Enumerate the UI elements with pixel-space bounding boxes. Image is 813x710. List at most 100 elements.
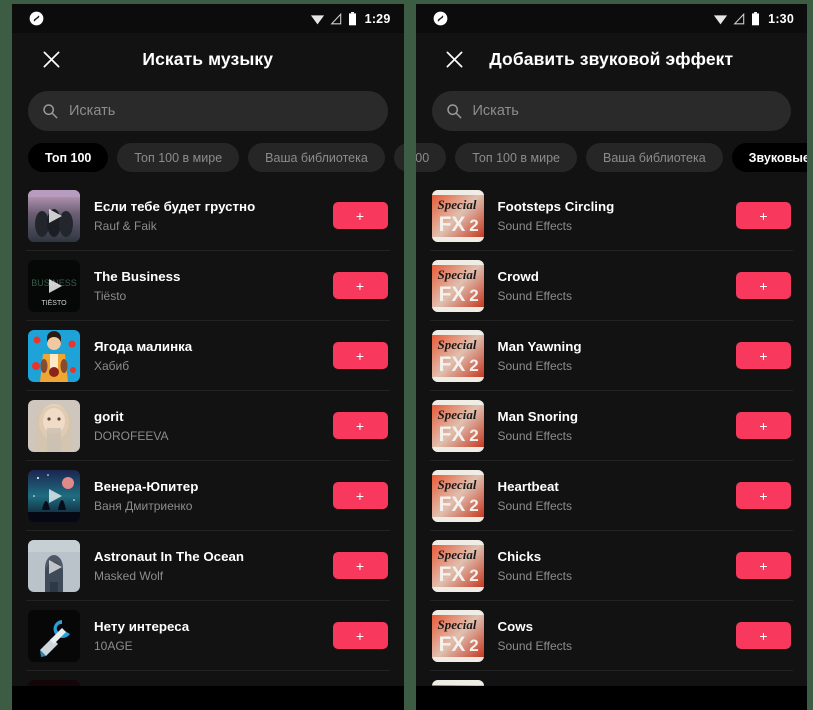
wifi-icon [310,13,325,25]
effect-meta: Cows Sound Effects [498,618,723,654]
add-button[interactable]: + [332,272,388,299]
track-list[interactable]: Если тебе будет грустно Rauf & Faik + BU… [12,181,404,710]
table-row[interactable]: Нету интереса 10AGE + [26,601,390,671]
table-row[interactable]: BUSINESS TIËSTO The Business Tiësto + [26,251,390,321]
track-title: gorit [94,408,124,424]
table-row[interactable]: Special FX 2 Heartbeat Sound Effects + [429,461,793,531]
close-button[interactable] [28,36,74,82]
album-art-rauf [28,189,80,242]
signal-icon [330,12,343,25]
add-button[interactable]: + [736,622,791,649]
chip-sound-effects[interactable]: Зву [393,143,404,172]
shazam-icon [29,11,44,26]
chip-top100-world[interactable]: Топ 100 в мире [455,143,577,172]
add-button[interactable]: + [736,342,791,369]
album-art-yagoda [28,329,80,382]
screenshot-stage: 1:29 Искать музыку Искать Топ 100 Топ 10… [0,0,813,710]
category-chips[interactable]: Топ 100 Топ 100 в мире Ваша библиотека З… [415,143,807,172]
status-bar-clock: 1:29 [364,11,391,26]
add-button[interactable]: + [736,202,791,229]
phone-screen-add-sound-effect: 1:30 Добавить звуковой эффект Искать 00 … [415,4,808,710]
track-title: Венера-Юпитер [94,478,199,494]
track-title: Ягода малинка [94,338,193,354]
track-title: The Business [94,268,181,284]
table-row[interactable]: Special FX 2 Chicks Sound Effects + [429,531,793,601]
chip-your-library[interactable]: Ваша библиотека [248,143,385,172]
svg-text:Special: Special [437,617,476,632]
search-input[interactable] [69,103,374,119]
svg-text:FX: FX [438,563,465,586]
svg-text:FX: FX [438,423,465,446]
search-box[interactable] [28,91,388,131]
table-row[interactable]: gorit DOROFEEVA + [26,391,390,461]
search-box[interactable] [431,91,791,131]
album-art-sfx: Special FX 2 [431,259,484,312]
svg-text:FX: FX [438,493,465,516]
app-bar: Добавить звуковой эффект [415,33,807,85]
close-icon [445,50,464,69]
chip-top100-world[interactable]: Топ 100 в мире [117,143,240,172]
album-art-sfx: Special FX 2 [431,609,484,662]
app-bar: Искать музыку [12,33,404,85]
status-bar-left [29,11,44,26]
search-area [416,85,808,131]
add-button[interactable]: + [736,272,791,299]
table-row[interactable]: Special FX 2 Man Snoring Sound Effects + [429,391,793,461]
track-artist: Rauf & Faik [94,219,157,234]
chip-your-library[interactable]: Ваша библиотека [586,143,723,172]
table-row[interactable]: Special FX 2 Footsteps Circling Sound Ef… [429,181,793,251]
track-artist: DOROFEEVA [94,429,169,444]
chip-sound-effects[interactable]: Звуковые эффекты [731,143,807,172]
add-button[interactable]: + [332,482,388,509]
effect-category: Sound Effects [497,569,573,584]
add-button[interactable]: + [332,202,388,229]
add-button[interactable]: + [736,482,791,509]
close-icon [42,50,61,69]
svg-text:2: 2 [469,286,478,305]
bottom-nav-strip [12,686,404,710]
album-art-sfx: Special FX 2 [431,539,484,592]
add-button[interactable]: + [332,342,388,369]
table-row[interactable]: Special FX 2 Cows Sound Effects + [429,601,793,671]
track-meta: Нету интереса 10AGE [94,618,319,654]
table-row[interactable]: Special FX 2 Man Yawning Sound Effects + [429,321,793,391]
search-input[interactable] [472,103,777,119]
add-button[interactable]: + [332,622,388,649]
sound-effect-list[interactable]: Special FX 2 Footsteps Circling Sound Ef… [416,181,808,710]
track-meta: Astronaut In The Ocean Masked Wolf [94,548,319,584]
phone-screen-search-music: 1:29 Искать музыку Искать Топ 100 Топ 10… [12,4,404,710]
table-row[interactable]: Ягода малинка Хабиб + [26,321,390,391]
svg-text:Special: Special [437,477,476,492]
add-button[interactable]: + [736,412,791,439]
svg-text:2: 2 [469,356,478,375]
effect-title: Man Yawning [497,338,582,354]
table-row[interactable]: Венера-Юпитер Ваня Дмитриенко + [26,461,390,531]
effect-meta: Crowd Sound Effects [498,268,723,304]
album-art-venera [28,469,80,522]
add-button[interactable]: + [332,412,388,439]
svg-text:2: 2 [469,566,478,585]
track-meta: gorit DOROFEEVA [94,408,319,444]
effect-category: Sound Effects [497,499,573,514]
svg-text:Special: Special [437,407,476,422]
chip-top100[interactable]: Топ 100 [28,143,109,172]
add-button[interactable]: + [736,552,791,579]
svg-text:FX: FX [438,633,465,656]
battery-icon [751,11,760,26]
svg-text:FX: FX [438,283,465,306]
shazam-icon [433,11,448,26]
svg-text:Special: Special [437,547,476,562]
add-button[interactable]: + [332,552,388,579]
chip-top100[interactable]: Топ 100 [415,143,447,172]
wifi-icon [713,13,728,25]
table-row[interactable]: Если тебе будет грустно Rauf & Faik + [26,181,390,251]
table-row[interactable]: Astronaut In The Ocean Masked Wolf + [26,531,390,601]
effect-meta: Man Snoring Sound Effects [498,408,723,444]
table-row[interactable]: Special FX 2 Crowd Sound Effects + [429,251,793,321]
album-art-sfx: Special FX 2 [431,469,484,522]
svg-text:FX: FX [438,213,465,236]
effect-title: Cows [497,618,533,634]
album-art-gorit [28,399,80,452]
close-button[interactable] [432,36,478,82]
category-chips[interactable]: Топ 100 Топ 100 в мире Ваша библиотека З… [12,143,404,172]
